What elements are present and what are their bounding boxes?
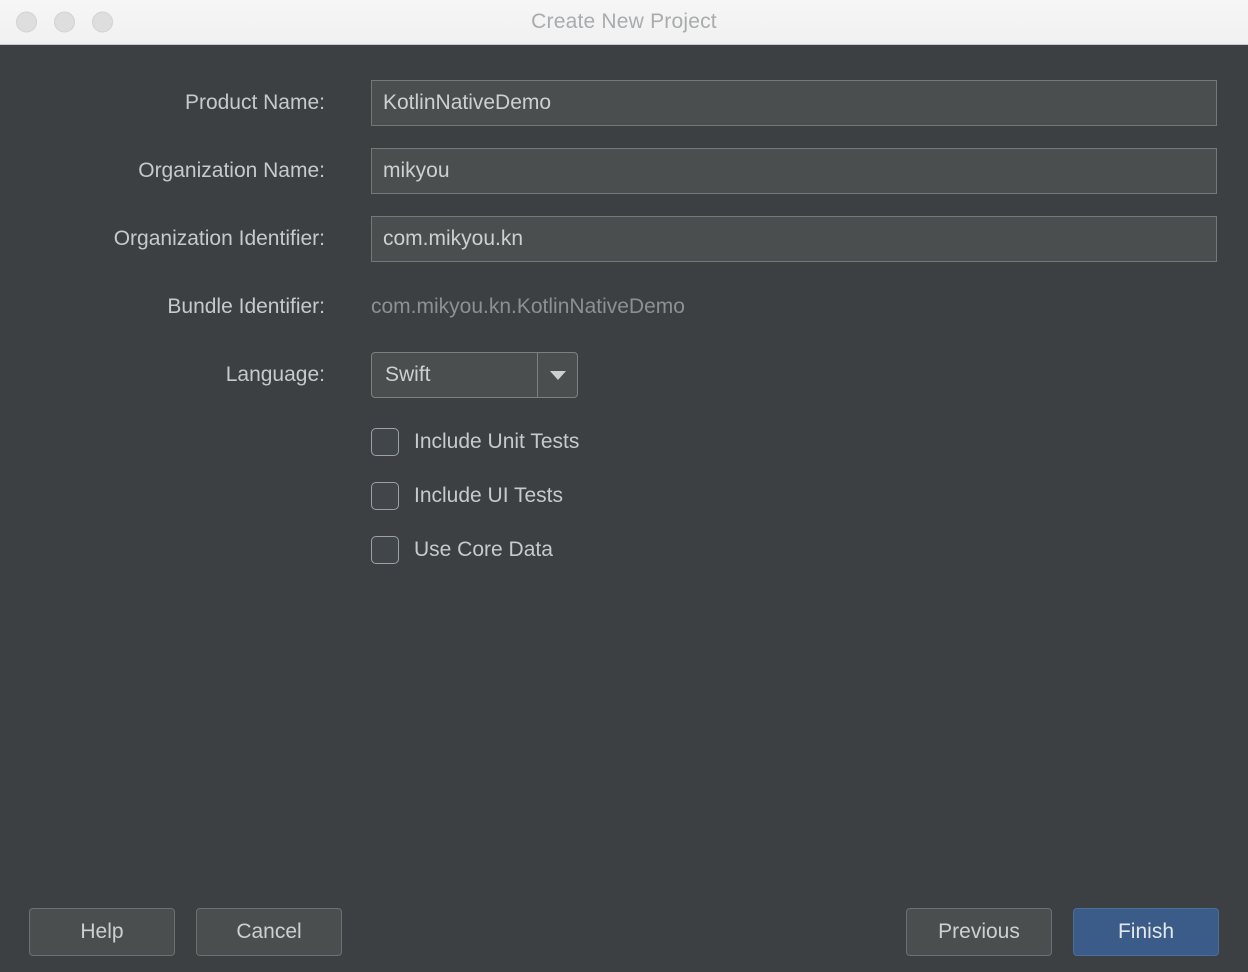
organization-name-control (371, 148, 1217, 194)
include-ui-tests-label: Include UI Tests (414, 484, 563, 508)
field-row-organization-identifier: Organization Identifier: (0, 205, 1248, 273)
dialog-footer: Help Cancel Previous Finish (0, 892, 1248, 972)
traffic-lights (16, 12, 113, 33)
product-name-input[interactable] (371, 80, 1217, 126)
organization-name-input[interactable] (371, 148, 1217, 194)
language-selected-value: Swift (372, 363, 537, 387)
checkbox-row-include-ui-tests[interactable]: Include UI Tests (0, 469, 1248, 523)
window-title: Create New Project (0, 10, 1248, 34)
footer-left-buttons: Help Cancel (29, 908, 342, 956)
use-core-data-checkbox[interactable] (371, 536, 399, 564)
field-row-language: Language: Swift (0, 341, 1248, 409)
checkbox-group: Include Unit Tests Include UI Tests Use … (0, 415, 1248, 577)
previous-button[interactable]: Previous (906, 908, 1052, 956)
help-button[interactable]: Help (29, 908, 175, 956)
include-ui-tests-checkbox[interactable] (371, 482, 399, 510)
footer-right-buttons: Previous Finish (906, 908, 1219, 956)
organization-name-label: Organization Name: (0, 159, 325, 183)
field-row-product-name: Product Name: (0, 69, 1248, 137)
field-row-bundle-identifier: Bundle Identifier: com.mikyou.kn.KotlinN… (0, 273, 1248, 341)
language-select[interactable]: Swift (371, 352, 578, 398)
checkbox-row-use-core-data[interactable]: Use Core Data (0, 523, 1248, 577)
bundle-identifier-label: Bundle Identifier: (0, 295, 325, 319)
organization-identifier-label: Organization Identifier: (0, 227, 325, 251)
language-select-arrow[interactable] (537, 353, 577, 397)
include-unit-tests-label: Include Unit Tests (414, 430, 579, 454)
finish-button[interactable]: Finish (1073, 908, 1219, 956)
chevron-down-icon (550, 371, 566, 380)
project-options-form: Product Name: Organization Name: Organiz… (0, 45, 1248, 577)
field-row-organization-name: Organization Name: (0, 137, 1248, 205)
checkbox-row-include-unit-tests[interactable]: Include Unit Tests (0, 415, 1248, 469)
organization-identifier-control (371, 216, 1217, 262)
use-core-data-label: Use Core Data (414, 538, 553, 562)
organization-identifier-input[interactable] (371, 216, 1217, 262)
bundle-identifier-control: com.mikyou.kn.KotlinNativeDemo (371, 295, 685, 319)
language-label: Language: (0, 363, 325, 387)
zoom-button[interactable] (92, 12, 113, 33)
include-unit-tests-checkbox[interactable] (371, 428, 399, 456)
bundle-identifier-value: com.mikyou.kn.KotlinNativeDemo (371, 295, 685, 319)
language-control: Swift (371, 352, 578, 398)
minimize-button[interactable] (54, 12, 75, 33)
close-button[interactable] (16, 12, 37, 33)
product-name-control (371, 80, 1217, 126)
dialog-body: Product Name: Organization Name: Organiz… (0, 45, 1248, 972)
product-name-label: Product Name: (0, 91, 325, 115)
window-titlebar: Create New Project (0, 0, 1248, 45)
cancel-button[interactable]: Cancel (196, 908, 342, 956)
